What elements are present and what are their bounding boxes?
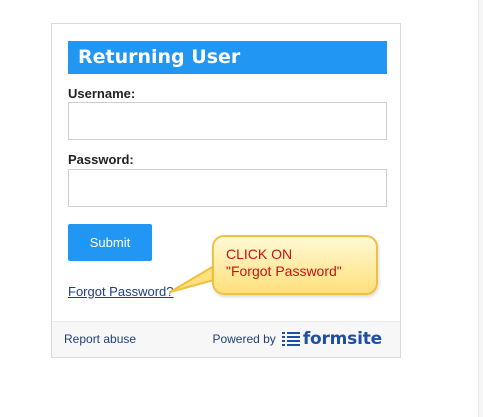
password-label: Password: (68, 152, 134, 167)
powered-by-badge[interactable]: Powered by formsite (212, 328, 382, 350)
card-footer: Report abuse Powered by formsite (52, 321, 400, 357)
username-label: Username: (68, 86, 136, 101)
window-edge (478, 0, 483, 417)
callout-line-1: CLICK ON (226, 246, 293, 262)
formsite-lines-icon (281, 332, 300, 346)
submit-button[interactable]: Submit (68, 224, 152, 261)
callout-line-2: "Forgot Password" (226, 263, 342, 279)
password-input[interactable] (68, 169, 387, 207)
powered-by-label: Powered by (212, 332, 276, 346)
report-abuse-link[interactable]: Report abuse (64, 332, 136, 346)
username-input[interactable] (68, 102, 387, 140)
forgot-password-link[interactable]: Forgot Password? (68, 284, 174, 299)
instruction-callout: CLICK ON "Forgot Password" (212, 235, 378, 295)
login-card: Returning User Username: Password: Submi… (51, 23, 401, 358)
form-title: Returning User (68, 41, 387, 74)
formsite-logo-text: formsite (302, 329, 382, 349)
callout-pointer (169, 265, 215, 293)
